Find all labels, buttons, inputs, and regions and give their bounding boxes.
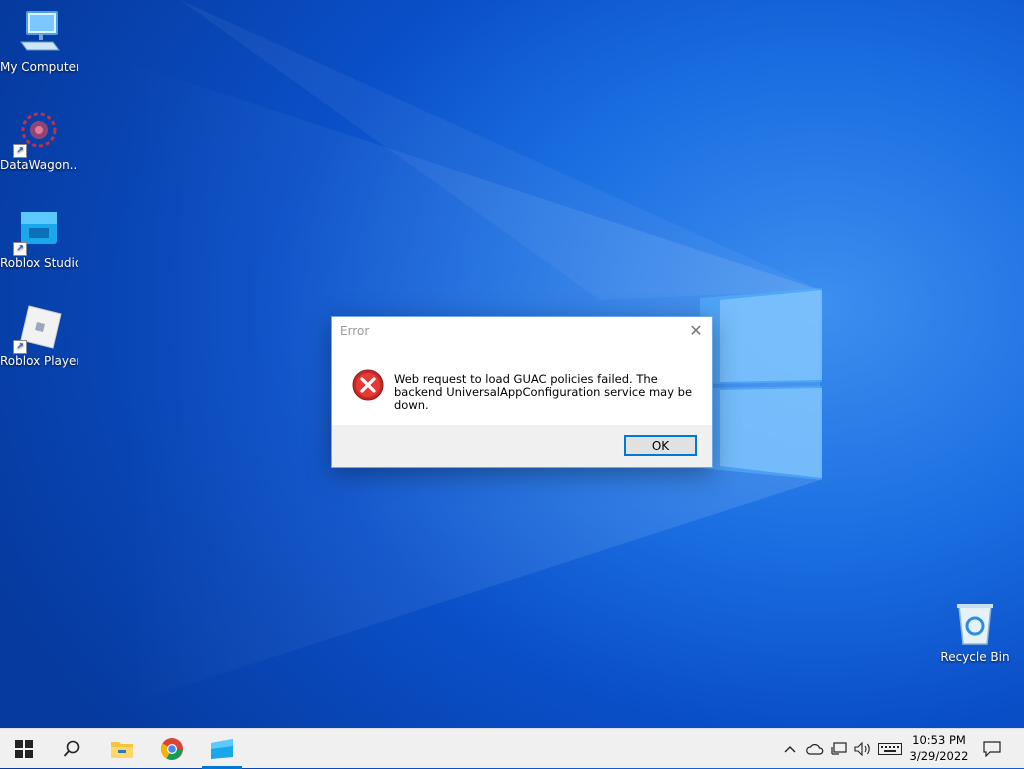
network-tray-button[interactable] xyxy=(828,729,850,769)
roblox-studio-icon xyxy=(211,739,233,759)
taskbar-clock[interactable]: 10:53 PM 3/29/2022 xyxy=(900,732,978,764)
dialog-titlebar[interactable]: Error ✕ xyxy=(332,317,712,345)
close-icon[interactable]: ✕ xyxy=(680,317,712,345)
volume-icon xyxy=(854,742,870,756)
desktop-icon-roblox-studio[interactable]: ↗ Roblox Studio xyxy=(0,206,78,270)
error-dialog: Error ✕ Web request to load GUAC policie… xyxy=(331,316,713,468)
shortcut-arrow-icon: ↗ xyxy=(13,242,27,256)
search-icon xyxy=(63,740,80,757)
cloud-icon xyxy=(806,744,824,755)
datawagon-icon: ↗ xyxy=(13,108,63,158)
keyboard-icon xyxy=(878,743,902,755)
volume-tray-button[interactable] xyxy=(852,729,874,769)
dialog-body: Web request to load GUAC policies failed… xyxy=(332,345,712,425)
error-icon xyxy=(352,369,384,401)
shortcut-arrow-icon: ↗ xyxy=(13,144,27,158)
desktop-icon-roblox-player[interactable]: ↗ Roblox Player xyxy=(0,304,78,368)
dialog-message: Web request to load GUAC policies failed… xyxy=(394,372,693,412)
desktop-icon-recycle-bin[interactable]: Recycle Bin xyxy=(936,600,1014,664)
start-button[interactable] xyxy=(0,729,48,769)
file-explorer-button[interactable] xyxy=(98,729,146,769)
dialog-footer: OK xyxy=(332,425,712,467)
desktop-icon-label: Roblox Studio xyxy=(0,256,78,270)
show-hidden-icons-button[interactable] xyxy=(780,729,800,769)
ok-button[interactable]: OK xyxy=(624,435,697,456)
shortcut-arrow-icon: ↗ xyxy=(13,340,27,354)
desktop-icon-my-computer[interactable]: My Computer xyxy=(0,10,78,74)
notifications-icon xyxy=(983,741,1001,757)
action-center-button[interactable] xyxy=(978,729,1006,769)
desktop-icon-label: DataWagon... xyxy=(0,158,78,172)
desktop-icon-datawagon[interactable]: ↗ DataWagon... xyxy=(0,108,78,172)
clock-time: 10:53 PM xyxy=(912,733,966,747)
chrome-icon xyxy=(161,738,183,760)
windows-logo-icon xyxy=(15,740,33,758)
dialog-title: Error xyxy=(340,324,370,338)
search-button[interactable] xyxy=(48,729,96,769)
roblox-studio-icon: ↗ xyxy=(13,206,63,256)
network-icon xyxy=(831,742,847,755)
desktop-icon-label: Roblox Player xyxy=(0,354,78,368)
chrome-button[interactable] xyxy=(148,729,196,769)
folder-icon xyxy=(111,742,133,758)
chevron-up-icon xyxy=(784,746,796,753)
taskbar: 10:53 PM 3/29/2022 xyxy=(0,728,1024,769)
onedrive-tray-button[interactable] xyxy=(804,729,826,769)
desktop-icon-label: My Computer xyxy=(0,60,78,74)
recycle-bin-icon xyxy=(951,600,999,648)
clock-date: 3/29/2022 xyxy=(909,749,969,763)
computer-icon xyxy=(15,10,63,58)
windows-logo-wallpaper xyxy=(700,288,822,480)
roblox-studio-taskbar-button[interactable] xyxy=(198,729,246,769)
desktop: My Computer ↗ DataWagon... ↗ Roblox Stud… xyxy=(0,0,1024,728)
desktop-icon-label: Recycle Bin xyxy=(940,650,1010,664)
roblox-player-icon: ↗ xyxy=(13,304,63,354)
